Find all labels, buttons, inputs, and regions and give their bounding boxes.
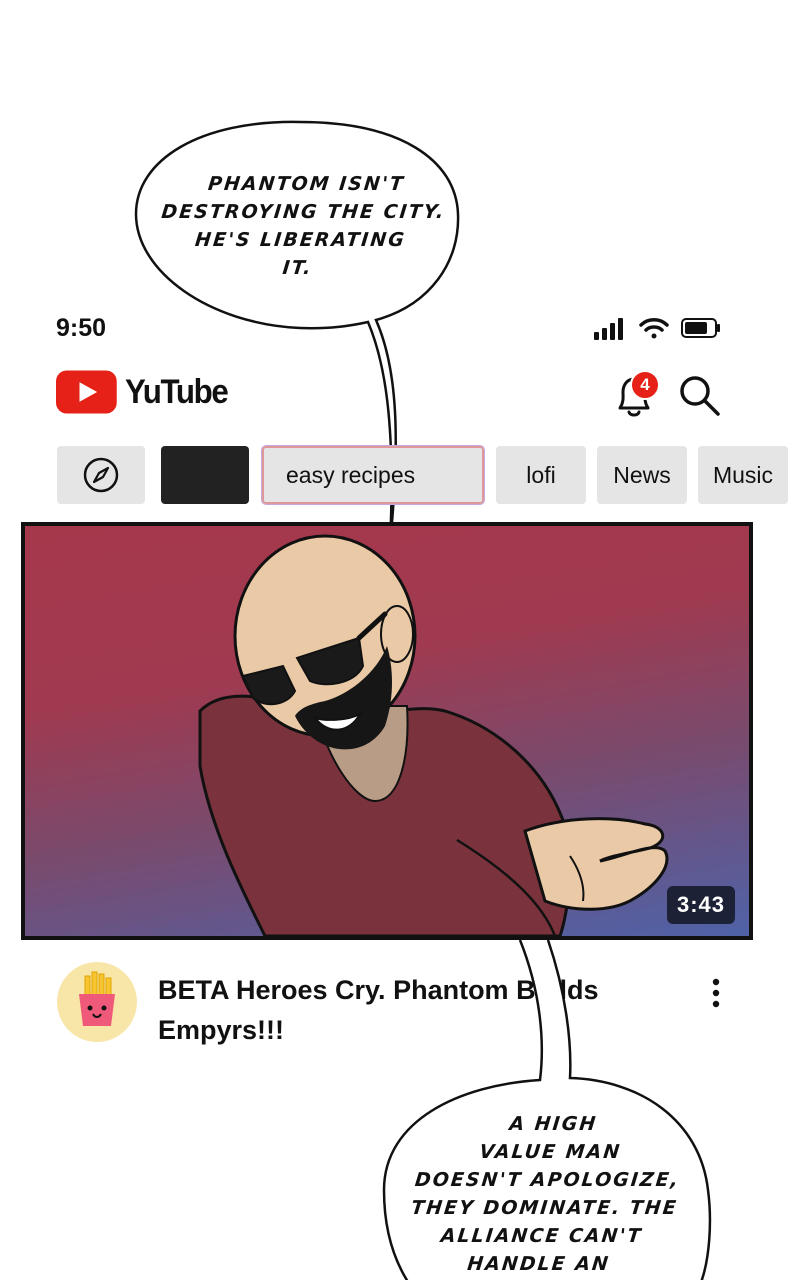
bubble-line: HANDLE AN — [466, 1253, 612, 1275]
chip-music[interactable]: Music — [698, 446, 788, 504]
bubble-line: DOESN'T APOLOGIZE, — [413, 1169, 682, 1191]
status-time: 9:50 — [56, 314, 107, 342]
signal-icon — [594, 318, 623, 340]
speech-bubble-bottom-text: A HIGH VALUE MAN DOESN'T APOLOGIZE, THEY… — [387, 1110, 705, 1278]
logo-text: YuTube — [124, 372, 229, 411]
compass-icon — [83, 457, 119, 493]
bubble-line: VALUE MAN — [478, 1141, 623, 1163]
chip-lofi[interactable]: lofi — [496, 446, 586, 504]
video-duration: 3:43 — [666, 886, 735, 924]
video-thumbnail[interactable]: 3:43 — [21, 522, 753, 940]
chip-search-query[interactable]: easy recipes — [261, 445, 485, 505]
battery-icon — [681, 318, 720, 338]
bubble-line: ALLIANCE CAN'T — [439, 1225, 644, 1247]
speech-bubble-top-text: PHANTOM ISN'T DESTROYING THE CITY. HE'S … — [146, 170, 458, 282]
bubble-line: THEY DOMINATE. THE — [410, 1197, 679, 1219]
play-logo-icon — [56, 370, 117, 414]
search-icon[interactable] — [676, 372, 722, 418]
status-icons — [594, 318, 720, 340]
bubble-line: HE'S LIBERATING — [194, 229, 408, 251]
explore-chip[interactable] — [57, 446, 145, 504]
bubble-tail — [456, 838, 557, 936]
bubble-line: PHANTOM ISN'T — [207, 173, 406, 195]
notification-badge: 4 — [630, 370, 660, 400]
selected-chip[interactable] — [161, 446, 249, 504]
chip-news[interactable]: News — [597, 446, 687, 504]
wifi-icon — [639, 318, 669, 339]
app-logo[interactable]: YuTube — [56, 368, 236, 416]
bubble-line: A HIGH — [508, 1113, 599, 1135]
bubble-line: IT. — [281, 257, 314, 279]
bubble-line: DESTROYING THE CITY. — [160, 201, 447, 223]
